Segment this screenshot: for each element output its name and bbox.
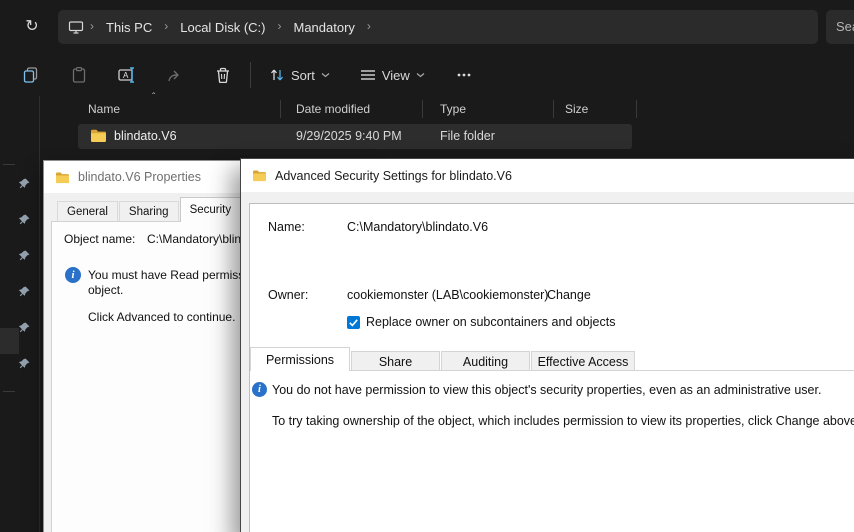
read-permissions-text-line2: object. [88, 283, 123, 297]
click-advanced-hint: Click Advanced to continue. [88, 310, 235, 324]
tab-page-border [350, 370, 854, 371]
chevron-down-icon [321, 72, 330, 78]
pin-icon[interactable] [18, 249, 31, 262]
file-name: blindato.V6 [114, 129, 177, 143]
checkmark-icon [347, 316, 360, 329]
view-button[interactable]: View [352, 64, 433, 87]
tab-effective-access[interactable]: Effective Access [531, 351, 635, 371]
folder-icon [55, 171, 70, 184]
rename-button[interactable]: A [110, 60, 144, 90]
column-divider[interactable] [553, 100, 554, 118]
view-icon [360, 68, 376, 82]
column-header-size[interactable]: Size [565, 102, 588, 116]
column-divider[interactable] [636, 100, 637, 118]
advanced-tabs: Permissions Share Auditing Effective Acc… [250, 347, 636, 371]
sort-button[interactable]: Sort [261, 63, 338, 87]
breadcrumb-chevron-icon: › [363, 19, 375, 33]
pin-icon[interactable] [18, 285, 31, 298]
tab-auditing[interactable]: Auditing [441, 351, 530, 371]
paste-button[interactable] [62, 60, 96, 90]
copy-button[interactable] [14, 60, 48, 90]
replace-owner-checkbox[interactable] [347, 316, 360, 329]
advanced-security-dialog: Advanced Security Settings for blindato.… [240, 158, 854, 532]
change-owner-link[interactable]: Change [547, 288, 591, 302]
pin-icon[interactable] [18, 321, 31, 334]
breadcrumb-chevron-icon: › [273, 19, 285, 33]
pin-icon[interactable] [18, 177, 31, 190]
tab-sharing[interactable]: Sharing [119, 201, 179, 222]
nav-divider [3, 391, 15, 392]
folder-icon [90, 128, 107, 148]
advanced-dialog-titlebar: Advanced Security Settings for blindato.… [241, 159, 854, 192]
column-divider[interactable] [422, 100, 423, 118]
screen: ↻ › This PC › Local Disk (C:) › Mandator… [0, 0, 854, 532]
replace-owner-label: Replace owner on subcontainers and objec… [366, 315, 615, 329]
share-button[interactable] [158, 60, 192, 90]
address-bar[interactable]: › This PC › Local Disk (C:) › Mandatory … [58, 10, 818, 44]
nav-divider [3, 164, 15, 165]
file-type: File folder [440, 129, 495, 143]
owner-value: cookiemonster (LAB\cookiemonster) [347, 288, 548, 302]
info-icon: i [252, 382, 267, 397]
command-toolbar: A Sort View [0, 54, 854, 96]
rename-icon: A [117, 66, 137, 84]
tab-general[interactable]: General [57, 201, 118, 222]
share-icon [166, 66, 184, 84]
search-input[interactable]: Search [826, 10, 854, 44]
properties-dialog-title: blindato.V6 Properties [78, 170, 201, 184]
sort-label: Sort [291, 68, 315, 83]
name-value: C:\Mandatory\blindato.V6 [347, 220, 488, 234]
column-header-row: ˆ Name Date modified Type Size [0, 98, 854, 122]
folder-icon [252, 169, 267, 182]
tab-permissions[interactable]: Permissions [250, 347, 350, 371]
breadcrumb-local-disk-c[interactable]: Local Disk (C:) [172, 17, 273, 38]
info-icon: i [65, 267, 81, 283]
toolbar-divider [250, 62, 251, 88]
tab-share[interactable]: Share [351, 351, 440, 371]
advanced-dialog-panel: Name: C:\Mandatory\blindato.V6 Owner: co… [249, 203, 854, 532]
pin-icon[interactable] [18, 213, 31, 226]
column-header-date-modified[interactable]: Date modified [296, 102, 370, 116]
name-label: Name: [268, 220, 305, 234]
refresh-icon[interactable]: ↻ [22, 17, 42, 37]
view-label: View [382, 68, 410, 83]
pane-splitter[interactable] [39, 96, 40, 532]
nav-selected-item[interactable] [0, 328, 19, 354]
paste-icon [70, 66, 88, 84]
column-header-type[interactable]: Type [440, 102, 466, 116]
chevron-down-icon [416, 72, 425, 78]
breadcrumb-chevron-icon: › [160, 19, 172, 33]
breadcrumb-chevron-icon: › [86, 19, 98, 33]
see-more-button[interactable] [447, 60, 481, 90]
more-icon [455, 66, 473, 84]
take-ownership-text: To try taking ownership of the object, w… [272, 414, 854, 428]
trash-icon [214, 66, 232, 84]
file-date-modified: 9/29/2025 9:40 PM [296, 129, 402, 143]
copy-icon [22, 66, 40, 84]
navigation-pane [0, 96, 40, 532]
breadcrumb-mandatory[interactable]: Mandatory [285, 17, 362, 38]
pin-icon[interactable] [18, 357, 31, 370]
advanced-dialog-title: Advanced Security Settings for blindato.… [275, 169, 512, 183]
address-bar-row: ↻ › This PC › Local Disk (C:) › Mandator… [0, 0, 854, 54]
breadcrumb-this-pc[interactable]: This PC [98, 17, 160, 38]
column-header-name[interactable]: Name [88, 102, 120, 116]
object-name-label: Object name: [64, 232, 135, 246]
tab-security[interactable]: Security [180, 197, 242, 222]
svg-text:A: A [123, 71, 129, 80]
file-row-blindato-v6[interactable]: blindato.V6 9/29/2025 9:40 PM File folde… [78, 124, 632, 149]
no-permission-text: You do not have permission to view this … [272, 383, 821, 397]
sort-ascending-icon: ˆ [152, 92, 155, 103]
sort-icon [269, 67, 285, 83]
this-pc-icon [68, 20, 84, 35]
column-divider[interactable] [280, 100, 281, 118]
owner-label: Owner: [268, 288, 308, 302]
delete-button[interactable] [206, 60, 240, 90]
